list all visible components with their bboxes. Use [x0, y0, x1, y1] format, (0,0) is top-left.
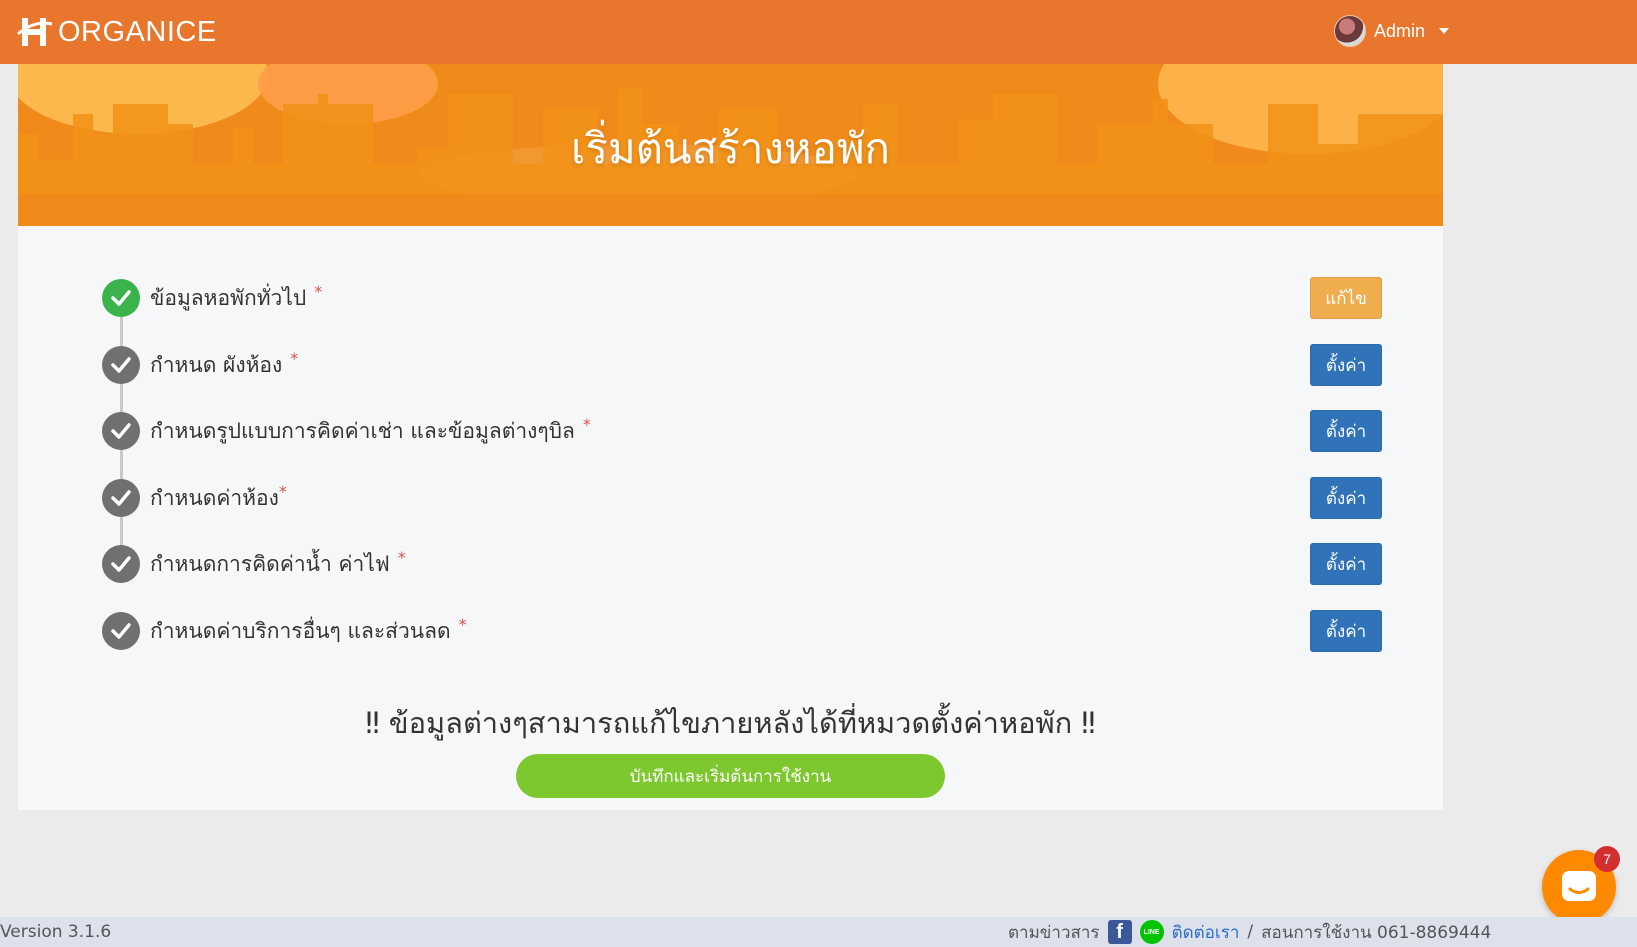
- app-version: Version 3.1.6: [0, 922, 112, 942]
- hotel-logo-icon: [17, 18, 53, 46]
- footer-links: ตามข่าวสาร f LINE ติดต่อเรา / สอนการใช้ง…: [1008, 919, 1491, 945]
- step-label: ข้อมูลหอพักทั่วไป *: [150, 281, 323, 310]
- required-mark: *: [397, 547, 406, 567]
- brand-name: ORGANICE: [58, 15, 217, 48]
- required-mark: *: [582, 414, 591, 434]
- avatar: [1334, 15, 1366, 47]
- step-services-discounts: กำหนดค่าบริการอื่นๆ และส่วนลด * ตั้งค่า: [102, 610, 1382, 652]
- contact-us-link[interactable]: ติดต่อเรา: [1172, 919, 1240, 946]
- step-label: กำหนดรูปแบบการคิดค่าเช่า และข้อมูลต่างๆบ…: [150, 414, 591, 443]
- brand-logo[interactable]: ORGANICE: [16, 12, 217, 52]
- required-mark: *: [458, 614, 467, 634]
- edit-later-notice: ‼ ข้อมูลต่างๆสามารถแก้ไขภายหลังได้ที่หมว…: [365, 706, 1096, 740]
- caret-down-icon: [1439, 28, 1450, 34]
- step-label: กำหนด ผังห้อง *: [150, 348, 299, 377]
- check-circle-icon: [102, 479, 140, 517]
- step-label: กำหนดค่าห้อง*: [150, 481, 287, 510]
- setup-button[interactable]: ตั้งค่า: [1310, 543, 1382, 585]
- step-label: กำหนดค่าบริการอื่นๆ และส่วนลด *: [150, 614, 467, 643]
- setup-button[interactable]: ตั้งค่า: [1310, 344, 1382, 386]
- step-general-info: ข้อมูลหอพักทั่วไป * แก้ไข: [102, 277, 1382, 319]
- save-and-start-button[interactable]: บันทึกและเริ่มต้นการใช้งาน: [516, 754, 945, 798]
- chat-icon: [1562, 871, 1596, 901]
- notification-badge: 7: [1594, 846, 1620, 872]
- step-utilities: กำหนดการคิดค่าน้ำ ค่าไฟ * ตั้งค่า: [102, 543, 1382, 585]
- footer: Version 3.1.6 ตามข่าวสาร f LINE ติดต่อเร…: [0, 917, 1637, 947]
- check-circle-icon: [102, 279, 140, 317]
- required-mark: *: [278, 481, 287, 501]
- step-label: กำหนดการคิดค่าน้ำ ค่าไฟ *: [150, 547, 406, 576]
- top-navbar: ORGANICE Admin: [0, 0, 1637, 64]
- check-circle-icon: [102, 412, 140, 450]
- separator: /: [1247, 922, 1254, 942]
- check-circle-icon: [102, 545, 140, 583]
- step-room-layout: กำหนด ผังห้อง * ตั้งค่า: [102, 344, 1382, 386]
- setup-button[interactable]: ตั้งค่า: [1310, 610, 1382, 652]
- facebook-icon[interactable]: f: [1107, 920, 1132, 944]
- news-label: ตามข่าวสาร: [1008, 922, 1100, 943]
- edit-button[interactable]: แก้ไข: [1310, 277, 1382, 319]
- check-circle-icon: [102, 612, 140, 650]
- step-rent-billing: กำหนดรูปแบบการคิดค่าเช่า และข้อมูลต่างๆบ…: [102, 410, 1382, 452]
- user-name: Admin: [1374, 20, 1426, 41]
- setup-button[interactable]: ตั้งค่า: [1310, 477, 1382, 519]
- setup-banner: เริ่มต้นสร้างหอพัก: [18, 64, 1443, 226]
- check-circle-icon: [102, 346, 140, 384]
- setup-button[interactable]: ตั้งค่า: [1310, 410, 1382, 452]
- setup-card: ข้อมูลหอพักทั่วไป * แก้ไข กำหนด ผังห้อง * …: [18, 226, 1443, 810]
- required-mark: *: [314, 281, 323, 301]
- line-icon[interactable]: LINE: [1139, 920, 1164, 944]
- page-title: เริ่มต้นสร้างหอพัก: [571, 124, 890, 173]
- user-menu[interactable]: Admin: [1334, 14, 1450, 48]
- step-room-rate: กำหนดค่าห้อง* ตั้งค่า: [102, 477, 1382, 519]
- tutorial-phone: สอนการใช้งาน 061-8869444: [1261, 922, 1492, 943]
- required-mark: *: [290, 348, 299, 368]
